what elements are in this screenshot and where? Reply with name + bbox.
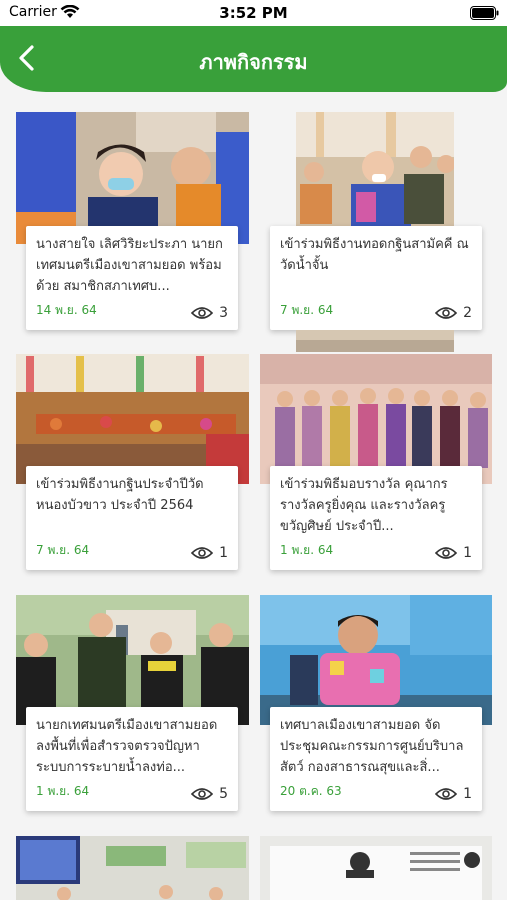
view-count-value: 1 <box>463 545 472 561</box>
view-count-value: 1 <box>463 786 472 802</box>
activity-date: 1 พ.ย. 64 <box>280 543 334 557</box>
activity-card[interactable]: นายกเทศมนตรีเมืองเขาสามยอดลงพื้นที่เพื่อ… <box>26 707 238 811</box>
page-title: ภาพกิจกรรม <box>199 50 308 74</box>
activity-photo[interactable] <box>260 595 492 725</box>
view-count-value: 2 <box>463 305 472 321</box>
activity-card[interactable]: นางสายใจ เลิศวิริยะประภา นายกเทศมนตรีเมื… <box>26 226 238 330</box>
view-count: 1 <box>435 545 472 561</box>
activity-photo-strip <box>296 330 454 352</box>
view-count: 1 <box>191 545 228 561</box>
activity-date: 1 พ.ย. 64 <box>36 784 90 798</box>
activity-card[interactable]: เทศบาลเมืองเขาสามยอด จัดประชุมคณะกรรมการ… <box>270 707 482 811</box>
activity-title: เข้าร่วมพิธีงานทอดกฐินสามัคคี ณ วัดน้ำจั… <box>280 237 469 273</box>
eye-icon <box>435 788 458 800</box>
eye-icon <box>191 788 214 800</box>
clock: 3:52 PM <box>219 4 288 22</box>
activity-date: 20 ต.ค. 63 <box>280 784 342 798</box>
activity-title: เข้าร่วมพิธีมอบรางวัล คุณากรรางวัลครูยิ่… <box>280 477 448 534</box>
view-count: 3 <box>191 305 228 321</box>
activity-photo[interactable] <box>16 836 249 900</box>
activity-date: 7 พ.ย. 64 <box>280 303 334 317</box>
eye-icon <box>191 307 214 319</box>
activity-card[interactable]: เข้าร่วมพิธีงานกฐินประจำปีวัดหนองบัวขาว … <box>26 466 238 570</box>
status-bar: Carrier 3:52 PM <box>0 0 507 26</box>
view-count: 1 <box>435 786 472 802</box>
eye-icon <box>191 547 214 559</box>
activity-card[interactable]: เข้าร่วมพิธีงานทอดกฐินสามัคคี ณ วัดน้ำจั… <box>270 226 482 330</box>
view-count-value: 3 <box>219 305 228 321</box>
activity-photo[interactable] <box>16 595 249 725</box>
activity-photo[interactable] <box>260 836 492 900</box>
activity-grid: นางสายใจ เลิศวิริยะประภา นายกเทศมนตรีเมื… <box>0 92 507 900</box>
view-count: 5 <box>191 786 228 802</box>
app-header: ภาพกิจกรรม <box>0 26 507 92</box>
view-count-value: 1 <box>219 545 228 561</box>
activity-photo[interactable] <box>16 354 249 484</box>
view-count: 2 <box>435 305 472 321</box>
activity-date: 7 พ.ย. 64 <box>36 543 90 557</box>
eye-icon <box>435 307 458 319</box>
activity-photo[interactable] <box>296 112 454 244</box>
activity-title: นางสายใจ เลิศวิริยะประภา นายกเทศมนตรีเมื… <box>36 237 223 294</box>
activity-title: เข้าร่วมพิธีงานกฐินประจำปีวัดหนองบัวขาว … <box>36 477 204 513</box>
activity-photo[interactable] <box>16 112 249 244</box>
activity-card[interactable]: เข้าร่วมพิธีมอบรางวัล คุณากรรางวัลครูยิ่… <box>270 466 482 570</box>
eye-icon <box>435 547 458 559</box>
activity-title: นายกเทศมนตรีเมืองเขาสามยอดลงพื้นที่เพื่อ… <box>36 718 218 775</box>
view-count-value: 5 <box>219 786 228 802</box>
activity-photo[interactable] <box>260 354 492 484</box>
battery-icon <box>470 6 499 20</box>
activity-title: เทศบาลเมืองเขาสามยอด จัดประชุมคณะกรรมการ… <box>280 718 464 775</box>
activity-date: 14 พ.ย. 64 <box>36 303 97 317</box>
